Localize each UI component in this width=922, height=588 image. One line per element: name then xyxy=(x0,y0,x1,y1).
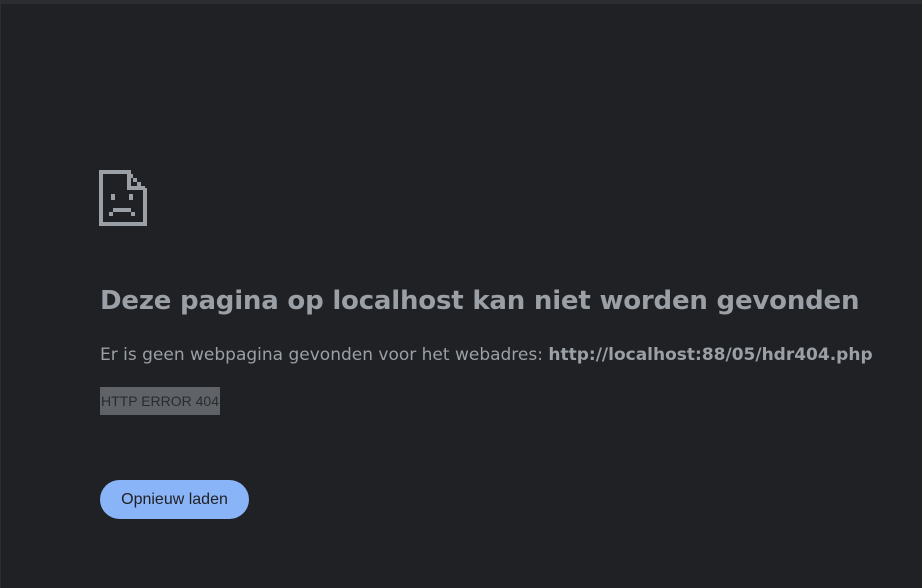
error-code: HTTP ERROR 404 xyxy=(100,387,220,415)
error-description: Er is geen webpagina gevonden voor het w… xyxy=(100,345,873,365)
requested-url: http://localhost:88/05/hdr404.php xyxy=(548,345,873,365)
page-title: Deze pagina op localhost kan niet worden… xyxy=(100,286,860,316)
description-text: Er is geen webpagina gevonden voor het w… xyxy=(100,345,543,365)
reload-button[interactable]: Opnieuw laden xyxy=(100,480,249,519)
sad-document-icon xyxy=(99,170,147,226)
error-page: Deze pagina op localhost kan niet worden… xyxy=(0,0,922,588)
